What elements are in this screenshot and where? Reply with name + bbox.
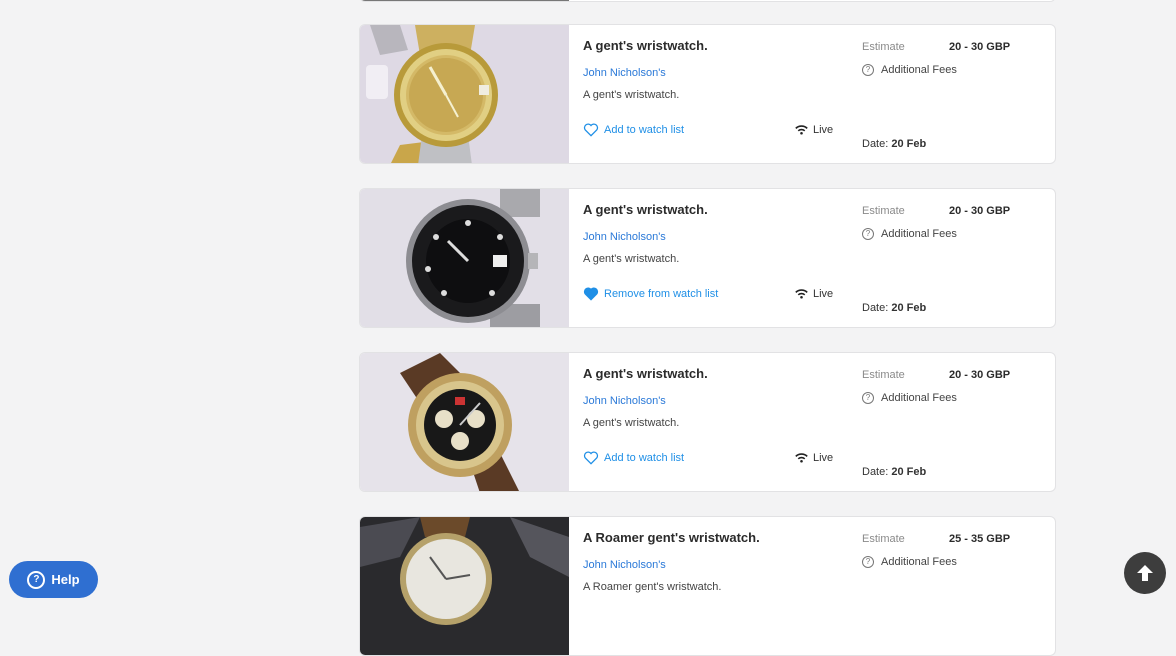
- question-circle-icon: ?: [27, 570, 46, 589]
- date-value: 20 Feb: [891, 302, 927, 314]
- additional-fees-label: Additional Fees: [881, 64, 957, 76]
- heart-outline-icon: [583, 451, 599, 465]
- additional-fees[interactable]: ? Additional Fees: [862, 556, 957, 568]
- estimate-value: 25 - 35 GBP: [949, 533, 1011, 545]
- gold-datejust-watch-image: [360, 25, 569, 163]
- estimate-label: Estimate: [862, 41, 905, 53]
- auctioneer-link[interactable]: John Nicholson's: [583, 395, 666, 407]
- lot-date: Date: 20 Feb: [862, 302, 926, 314]
- arrow-up-icon: [1137, 565, 1153, 581]
- question-circle-icon: ?: [862, 556, 874, 568]
- live-indicator: Live: [795, 452, 833, 464]
- remove-from-watchlist-button[interactable]: Remove from watch list: [583, 287, 718, 301]
- lot-description: A Roamer gent's wristwatch.: [583, 581, 722, 593]
- lot-date: Date: 20 Feb: [862, 138, 926, 150]
- lot-image[interactable]: [360, 25, 569, 163]
- lot-image[interactable]: [360, 353, 569, 491]
- add-to-watchlist-button[interactable]: Add to watch list: [583, 451, 684, 465]
- lot-description: A gent's wristwatch.: [583, 253, 680, 265]
- date-label: Date:: [862, 302, 889, 314]
- question-circle-icon: ?: [862, 64, 874, 76]
- scroll-to-top-button[interactable]: [1124, 552, 1166, 594]
- additional-fees[interactable]: ? Additional Fees: [862, 228, 957, 240]
- lot-title[interactable]: A Roamer gent's wristwatch.: [583, 530, 760, 545]
- roamer-watch-image: [360, 517, 569, 655]
- additional-fees-label: Additional Fees: [881, 392, 957, 404]
- wifi-icon: [795, 453, 808, 463]
- estimate-label: Estimate: [862, 533, 905, 545]
- wifi-icon: [795, 289, 808, 299]
- help-button[interactable]: ? Help: [9, 561, 98, 598]
- estimate-label: Estimate: [862, 205, 905, 217]
- lot-card[interactable]: A gent's wristwatch. John Nicholson's A …: [359, 352, 1056, 492]
- lot-card[interactable]: A gent's wristwatch. John Nicholson's A …: [359, 188, 1056, 328]
- watchlist-label: Remove from watch list: [604, 288, 719, 300]
- lot-description: A gent's wristwatch.: [583, 417, 680, 429]
- lot-card[interactable]: A Roamer gent's wristwatch. John Nichols…: [359, 516, 1056, 656]
- question-circle-icon: ?: [862, 228, 874, 240]
- previous-lot-card-edge: [359, 0, 1056, 2]
- live-label: Live: [813, 452, 834, 464]
- wifi-icon: [795, 125, 808, 135]
- auctioneer-link[interactable]: John Nicholson's: [583, 67, 666, 79]
- add-to-watchlist-button[interactable]: Add to watch list: [583, 123, 684, 137]
- estimate-value: 20 - 30 GBP: [949, 205, 1011, 217]
- estimate-value: 20 - 30 GBP: [949, 369, 1011, 381]
- heart-outline-icon: [583, 123, 599, 137]
- watchlist-label: Add to watch list: [604, 124, 685, 136]
- auctioneer-link[interactable]: John Nicholson's: [583, 559, 666, 571]
- lot-title[interactable]: A gent's wristwatch.: [583, 366, 708, 381]
- additional-fees[interactable]: ? Additional Fees: [862, 392, 957, 404]
- watchlist-label: Add to watch list: [604, 452, 685, 464]
- date-value: 20 Feb: [891, 138, 927, 150]
- lot-image[interactable]: [360, 517, 569, 655]
- additional-fees-label: Additional Fees: [881, 228, 957, 240]
- live-label: Live: [813, 124, 834, 136]
- lot-title[interactable]: A gent's wristwatch.: [583, 38, 708, 53]
- heart-filled-icon: [583, 287, 599, 301]
- additional-fees[interactable]: ? Additional Fees: [862, 64, 957, 76]
- lot-title[interactable]: A gent's wristwatch.: [583, 202, 708, 217]
- question-circle-icon: ?: [862, 392, 874, 404]
- lot-card[interactable]: A gent's wristwatch. John Nicholson's A …: [359, 24, 1056, 164]
- lot-description: A gent's wristwatch.: [583, 89, 680, 101]
- lot-image[interactable]: [360, 189, 569, 327]
- estimate-label: Estimate: [862, 369, 905, 381]
- estimate-value: 20 - 30 GBP: [949, 41, 1011, 53]
- live-indicator: Live: [795, 124, 833, 136]
- chronograph-watch-image: [360, 353, 569, 491]
- black-gmt-watch-image: [360, 189, 569, 327]
- additional-fees-label: Additional Fees: [881, 556, 957, 568]
- date-value: 20 Feb: [891, 466, 927, 478]
- live-label: Live: [813, 288, 834, 300]
- lot-date: Date: 20 Feb: [862, 466, 926, 478]
- date-label: Date:: [862, 466, 889, 478]
- date-label: Date:: [862, 138, 889, 150]
- live-indicator: Live: [795, 288, 833, 300]
- help-label: Help: [51, 572, 80, 587]
- auctioneer-link[interactable]: John Nicholson's: [583, 231, 666, 243]
